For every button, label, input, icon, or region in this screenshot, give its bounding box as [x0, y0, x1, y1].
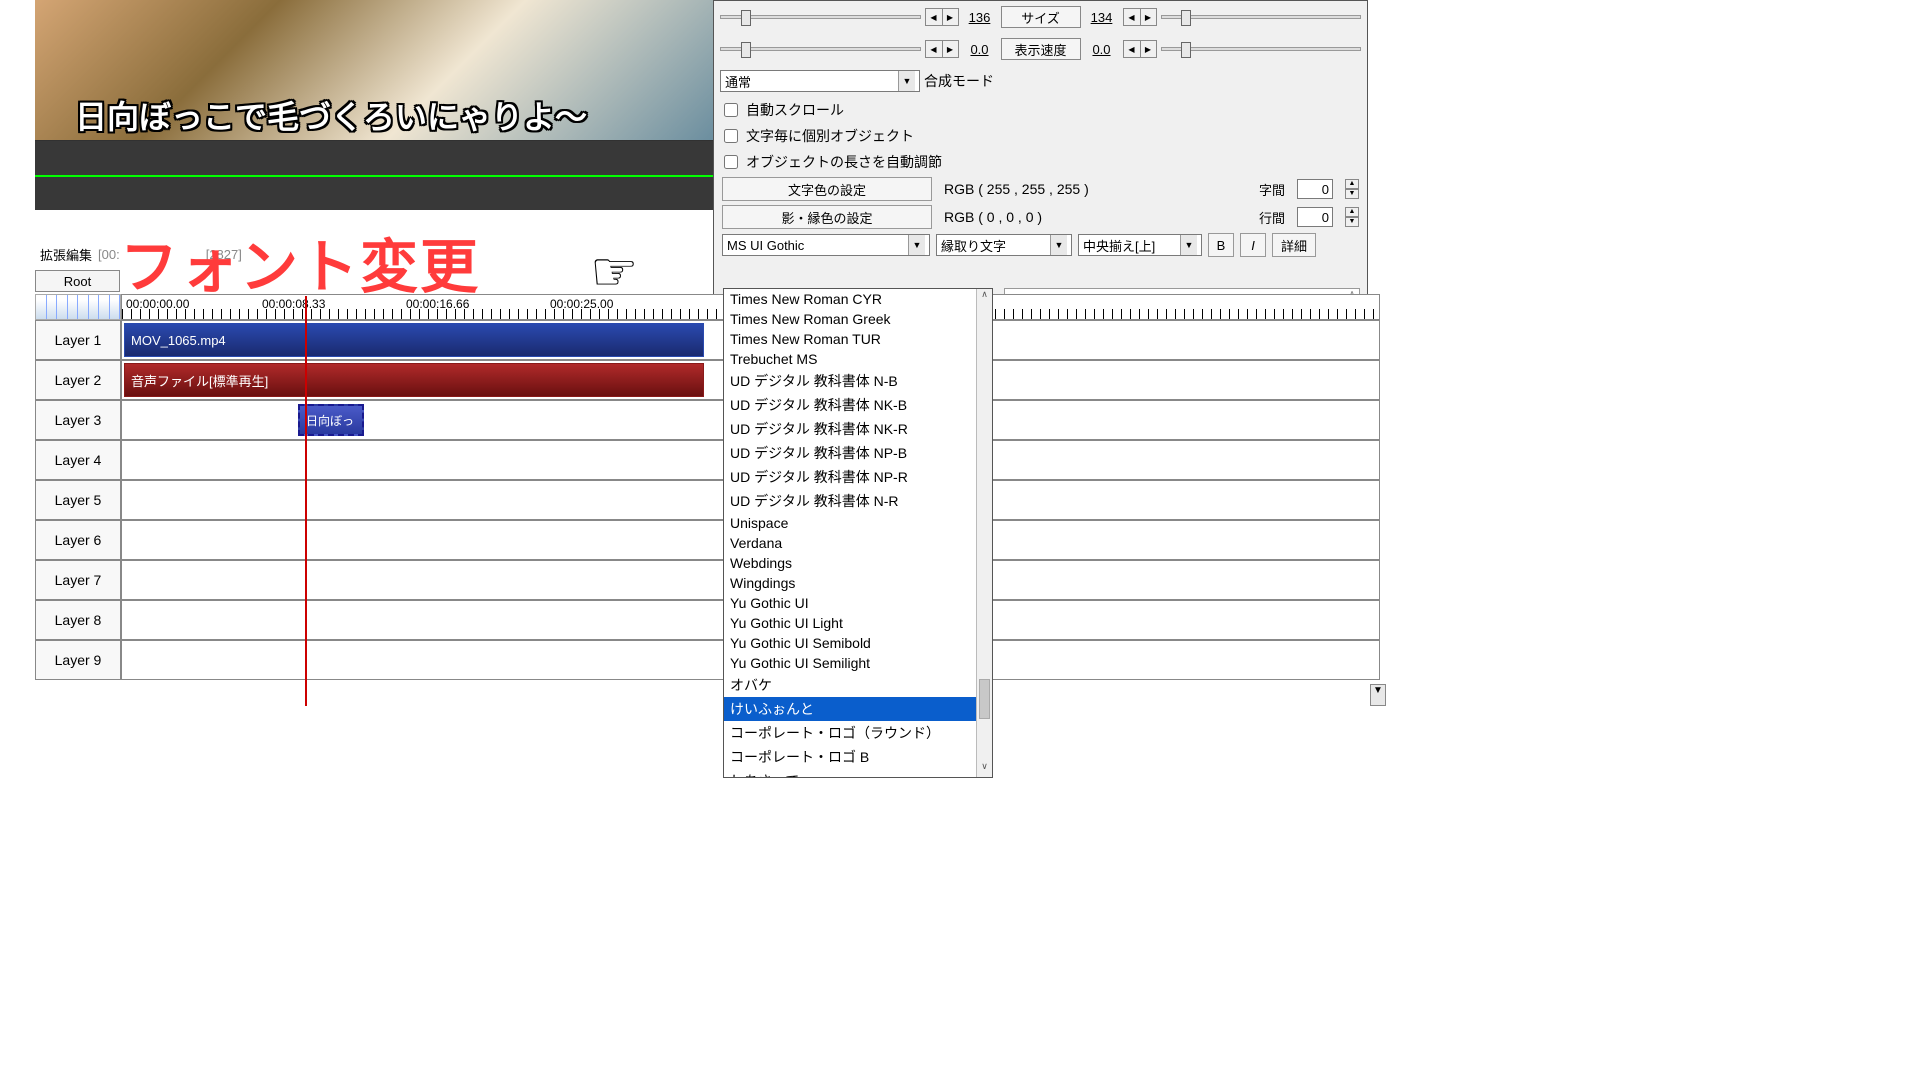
size-slider-left[interactable]	[720, 15, 921, 19]
timeline: Root 00:00:00.00 00:00:08.33 00:00:16.66…	[35, 270, 1380, 680]
font-dropdown-list[interactable]: Times New Roman CYRTimes New Roman Greek…	[723, 288, 993, 778]
perchar-label: 文字毎に個別オブジェクト	[746, 126, 914, 146]
size-button[interactable]: サイズ	[1001, 6, 1081, 28]
font-option[interactable]: Times New Roman TUR	[724, 329, 992, 349]
chevron-down-icon: ▼	[898, 71, 915, 91]
timeline-clip[interactable]: 音声ファイル[標準再生]	[124, 363, 704, 397]
autoscroll-label: 自動スクロール	[746, 100, 844, 120]
speed-value-right[interactable]: 0.0	[1085, 42, 1119, 57]
layer-label[interactable]: Layer 3	[35, 400, 121, 440]
font-option[interactable]: Times New Roman CYR	[724, 289, 992, 309]
layer-label[interactable]: Layer 5	[35, 480, 121, 520]
font-option[interactable]: しあさって	[724, 769, 992, 778]
font-option[interactable]: Wingdings	[724, 573, 992, 593]
speed-button[interactable]: 表示速度	[1001, 38, 1081, 60]
align-value: 中央揃え[上]	[1083, 236, 1155, 255]
autolength-checkbox[interactable]	[724, 155, 738, 169]
autoscroll-checkbox[interactable]	[724, 103, 738, 117]
size-stepper-left[interactable]: ◀▶	[925, 8, 959, 26]
font-option[interactable]: UD デジタル 教科書体 N-R	[724, 489, 992, 513]
text-style-select[interactable]: 縁取り文字 ▼	[936, 234, 1072, 256]
annotation-label: フォント変更	[120, 220, 480, 304]
charspace-stepper[interactable]: ▲▼	[1345, 179, 1359, 199]
text-style-value: 縁取り文字	[941, 236, 1006, 255]
font-option[interactable]: コーポレート・ロゴ（ラウンド）	[724, 721, 992, 745]
chevron-down-icon: ▼	[1050, 235, 1067, 255]
preview-divider	[35, 175, 713, 177]
speed-stepper-left[interactable]: ◀▶	[925, 40, 959, 58]
chevron-down-icon: ▼	[908, 235, 925, 255]
font-option[interactable]: UD デジタル 教科書体 NP-B	[724, 441, 992, 465]
layer-label[interactable]: Layer 7	[35, 560, 121, 600]
preview-overlay-text: 日向ぼっこで毛づくろいにゃりよ〜	[75, 92, 587, 138]
italic-button[interactable]: I	[1240, 233, 1266, 257]
detail-button[interactable]: 詳細	[1272, 233, 1316, 257]
blend-mode-select[interactable]: 通常 ▼	[720, 70, 920, 92]
charspace-label: 字間	[1259, 180, 1285, 199]
font-select[interactable]: MS UI Gothic ▼	[722, 234, 930, 256]
size-value-right[interactable]: 134	[1085, 10, 1119, 25]
pointing-hand-icon: ☞	[590, 240, 638, 303]
text-color-button[interactable]: 文字色の設定	[722, 177, 932, 201]
charspace-input[interactable]	[1297, 179, 1333, 199]
bold-button[interactable]: B	[1208, 233, 1234, 257]
layer-label[interactable]: Layer 2	[35, 360, 121, 400]
font-option[interactable]: Yu Gothic UI Light	[724, 613, 992, 633]
font-option[interactable]: けいふぉんと	[724, 697, 992, 721]
timeline-clip[interactable]: MOV_1065.mp4	[124, 323, 704, 357]
perchar-checkbox[interactable]	[724, 129, 738, 143]
size-slider-right[interactable]	[1161, 15, 1362, 19]
blend-mode-value: 通常	[725, 72, 751, 91]
chevron-down-icon: ▼	[1180, 235, 1197, 255]
scrollbar-thumb[interactable]	[979, 679, 990, 719]
speed-slider-right[interactable]	[1161, 47, 1362, 51]
preview-pane: 日向ぼっこで毛づくろいにゃりよ〜	[35, 0, 713, 210]
linespace-label: 行間	[1259, 208, 1285, 227]
playhead[interactable]	[305, 296, 307, 706]
ruler-zoom[interactable]	[35, 294, 121, 320]
font-option[interactable]: Verdana	[724, 533, 992, 553]
size-stepper-right[interactable]: ◀▶	[1123, 8, 1157, 26]
font-option[interactable]: Webdings	[724, 553, 992, 573]
blend-mode-label: 合成モード	[924, 71, 994, 91]
linespace-input[interactable]	[1297, 207, 1333, 227]
font-option[interactable]: Trebuchet MS	[724, 349, 992, 369]
layer-label[interactable]: Layer 4	[35, 440, 121, 480]
layer-label[interactable]: Layer 6	[35, 520, 121, 560]
root-button[interactable]: Root	[35, 270, 120, 292]
linespace-stepper[interactable]: ▲▼	[1345, 207, 1359, 227]
timeline-vscroll[interactable]: ▼	[1370, 684, 1386, 706]
font-option[interactable]: オバケ	[724, 673, 992, 697]
font-option[interactable]: Yu Gothic UI Semibold	[724, 633, 992, 653]
layer-label[interactable]: Layer 9	[35, 640, 121, 680]
font-option[interactable]: Unispace	[724, 513, 992, 533]
font-select-value: MS UI Gothic	[727, 238, 804, 253]
font-option[interactable]: UD デジタル 教科書体 NP-R	[724, 465, 992, 489]
dropdown-scrollbar[interactable]: ∧ ∨	[976, 289, 992, 777]
layer-label[interactable]: Layer 1	[35, 320, 121, 360]
speed-stepper-right[interactable]: ◀▶	[1123, 40, 1157, 58]
align-select[interactable]: 中央揃え[上] ▼	[1078, 234, 1202, 256]
speed-slider-left[interactable]	[720, 47, 921, 51]
font-option[interactable]: Times New Roman Greek	[724, 309, 992, 329]
scroll-up-icon[interactable]: ∧	[977, 289, 992, 305]
font-option[interactable]: Yu Gothic UI Semilight	[724, 653, 992, 673]
autolength-label: オブジェクトの長さを自動調節	[746, 152, 942, 172]
size-value-left[interactable]: 136	[963, 10, 997, 25]
text-color-value: RGB ( 255 , 255 , 255 )	[944, 181, 1089, 197]
layer-label[interactable]: Layer 8	[35, 600, 121, 640]
font-option[interactable]: UD デジタル 教科書体 NK-R	[724, 417, 992, 441]
speed-value-left[interactable]: 0.0	[963, 42, 997, 57]
shadow-color-button[interactable]: 影・縁色の設定	[722, 205, 932, 229]
font-option[interactable]: UD デジタル 教科書体 NK-B	[724, 393, 992, 417]
font-option[interactable]: Yu Gothic UI	[724, 593, 992, 613]
font-option[interactable]: コーポレート・ロゴ B	[724, 745, 992, 769]
font-option[interactable]: UD デジタル 教科書体 N-B	[724, 369, 992, 393]
shadow-color-value: RGB ( 0 , 0 , 0 )	[944, 209, 1042, 225]
scroll-down-icon[interactable]: ∨	[977, 761, 992, 777]
timeline-clip[interactable]: 日向ぼっ	[298, 404, 364, 436]
